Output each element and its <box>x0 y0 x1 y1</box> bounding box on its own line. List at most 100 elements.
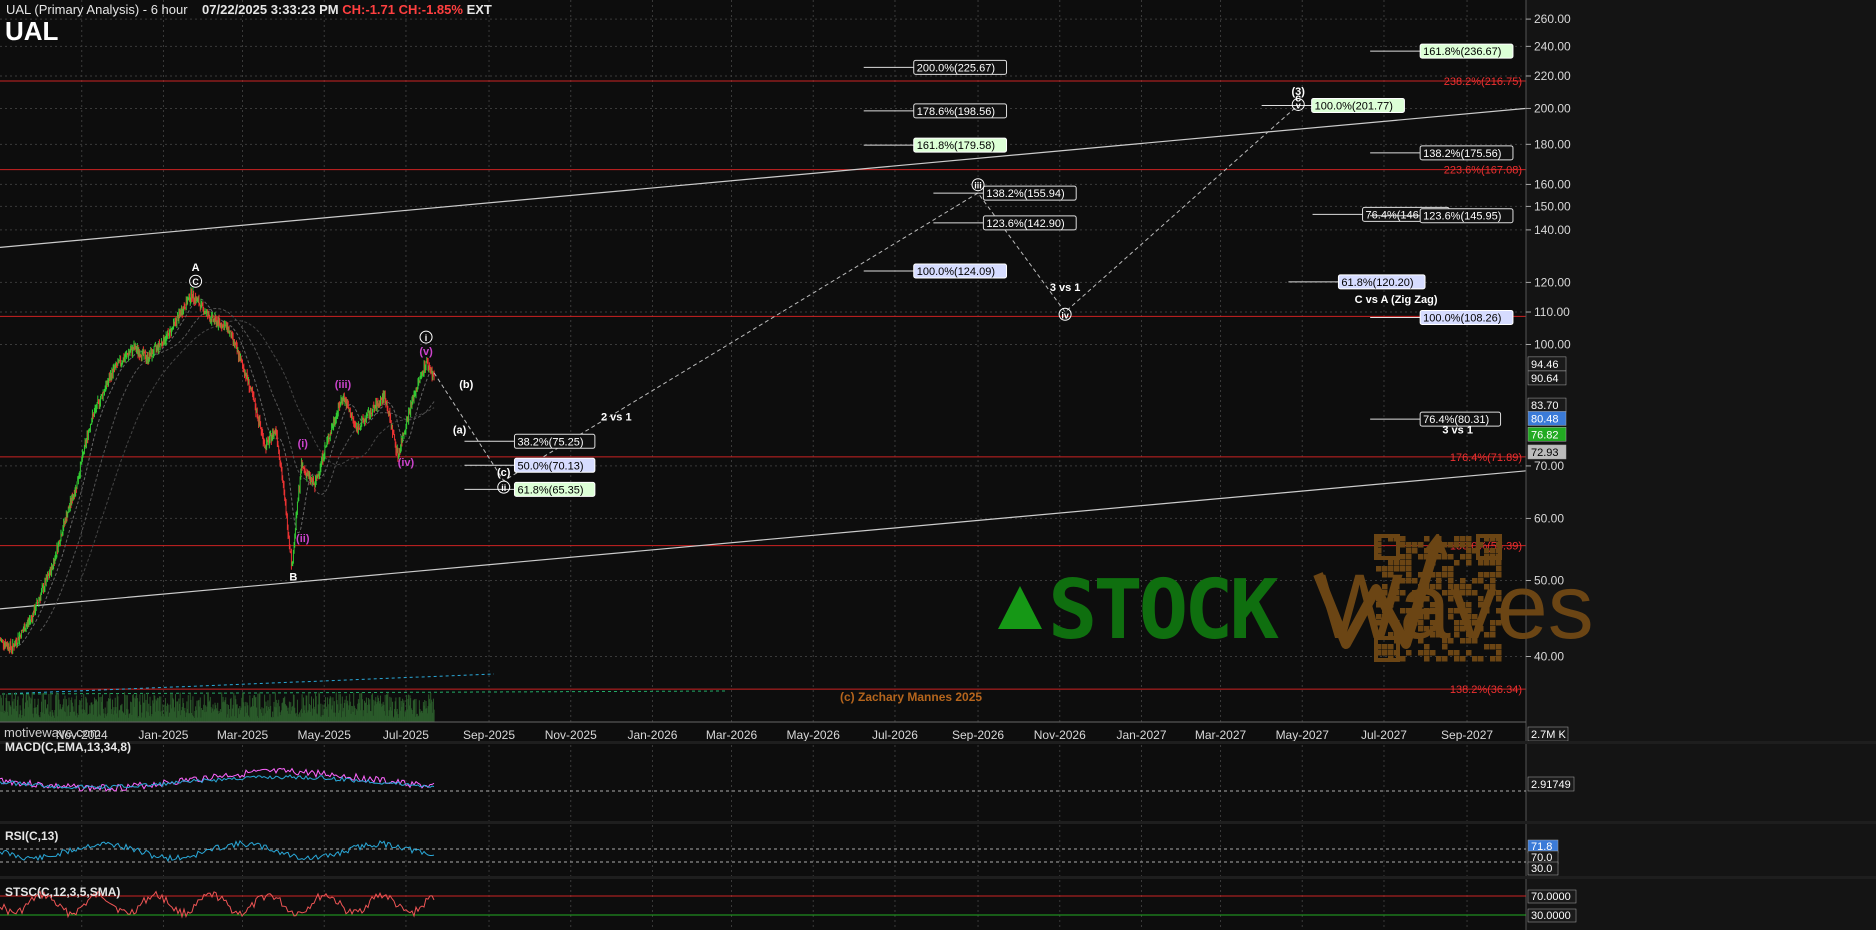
price-tick-label: 160.00 <box>1534 177 1571 191</box>
last-price-label: 72.93 <box>1531 447 1559 459</box>
panel-separator-band <box>0 821 1876 824</box>
date-tick-label: May-2025 <box>298 728 352 742</box>
date-axis[interactable]: Nov-2024 Jan-2025 Mar-2025 May-2025 Jul-2025… <box>0 721 1526 742</box>
price-tick-label: 40.00 <box>1534 649 1564 663</box>
wave-label: 2 vs 1 <box>601 411 632 423</box>
date-tick-label: Jul-2025 <box>383 728 429 742</box>
moving-average-line <box>79 320 435 581</box>
price-tick-label: 60.00 <box>1534 511 1564 525</box>
chart-datetime: 07/22/2025 3:33:23 PM <box>202 2 339 17</box>
date-tick-label: Jan-2026 <box>627 728 677 742</box>
fib-box-label: 200.0%(225.67) <box>917 62 995 74</box>
fib-red-label: 176.4%(71.89) <box>1450 452 1522 464</box>
price-tick-label: 240.00 <box>1534 39 1571 53</box>
date-tick-label: Jul-2026 <box>872 728 918 742</box>
wave-label: (v) <box>419 346 433 358</box>
wave-label: v <box>1296 100 1301 110</box>
wave-label: C vs A (Zig Zag) <box>1355 294 1438 306</box>
wave-label: (i) <box>298 438 309 450</box>
trend-channel <box>0 107 1527 610</box>
channel-lower-line <box>0 470 1527 610</box>
wave-label: B <box>289 572 297 584</box>
chart-header: UAL (Primary Analysis) - 6 hour 07/22/20… <box>6 2 492 17</box>
wave-label: i <box>425 333 428 343</box>
fib-box-label: 138.2%(155.94) <box>986 188 1064 200</box>
date-tick-label: Sep-2025 <box>463 728 515 742</box>
fib-box-label: 161.8%(236.67) <box>1423 46 1501 58</box>
wave-label: (iii) <box>335 379 352 391</box>
symbol-label: UAL <box>5 16 59 46</box>
wave-label: (b) <box>459 379 473 391</box>
date-tick-label: Nov-2025 <box>545 728 597 742</box>
wave-label: iv <box>1061 310 1069 320</box>
projection-path <box>433 104 1299 482</box>
wave-label: (iv) <box>398 457 415 469</box>
fib-box-label: 138.2%(175.56) <box>1423 148 1501 160</box>
date-tick-label: Mar-2026 <box>706 728 758 742</box>
moving-averages <box>1 298 728 695</box>
moving-average-line <box>13 298 435 647</box>
last-price-label: 94.46 <box>1531 359 1559 371</box>
wave-label: (c) <box>497 467 511 479</box>
chart-canvas[interactable]: 238.2%(216.75) 223.6%(167.08) 176.4%(71.89… <box>0 0 1876 930</box>
price-axis[interactable]: 260.00 240.00 220.00 200.00 180.00 160.00 150.… <box>1525 0 1876 930</box>
chart-title: UAL (Primary Analysis) - 6 hour <box>6 2 188 17</box>
panel-separator-band <box>0 741 1876 744</box>
moving-average-line <box>39 308 435 632</box>
date-tick-label: Sep-2027 <box>1441 728 1493 742</box>
wave-label: C <box>192 277 199 287</box>
price-tick-label: 100.00 <box>1534 337 1571 351</box>
last-price-label: 83.70 <box>1531 400 1559 412</box>
fib-box-label: 123.6%(145.95) <box>1423 211 1501 223</box>
price-tick-label: 140.00 <box>1534 223 1571 237</box>
wave-label: iii <box>974 181 982 191</box>
date-tick-label: Mar-2027 <box>1195 728 1247 742</box>
price-tick-label: 120.00 <box>1534 275 1571 289</box>
date-tick-label: Sep-2026 <box>952 728 1004 742</box>
price-tick-label: 50.00 <box>1534 574 1564 588</box>
price-candles <box>0 287 435 655</box>
panel-separator-band <box>0 876 1876 879</box>
fib-red-label: 150.0%(55.39) <box>1450 541 1522 553</box>
date-tick-label: Jul-2027 <box>1361 728 1407 742</box>
date-tick-label: May-2027 <box>1276 728 1330 742</box>
volume-bars <box>0 692 435 722</box>
price-tick-label: 150.00 <box>1534 199 1571 213</box>
last-price-label: 90.64 <box>1531 373 1559 385</box>
fib-box-label: 100.0%(201.77) <box>1315 100 1393 112</box>
fib-box-label: 123.6%(142.90) <box>986 218 1064 230</box>
fib-box-label: 61.8%(65.35) <box>517 484 583 496</box>
wave-label: (a) <box>453 424 467 436</box>
price-tick-label: 220.00 <box>1534 69 1571 83</box>
last-price-label: 76.82 <box>1531 429 1559 441</box>
wave-label: ii <box>501 483 506 493</box>
wave-label: (ii) <box>296 533 310 545</box>
fib-red-label: 223.6%(167.08) <box>1444 165 1522 177</box>
change-percent: CH:-1.85% <box>398 2 463 17</box>
price-tick-label: 200.00 <box>1534 101 1571 115</box>
cyan-dashed-line <box>1 673 495 695</box>
rsi-label: RSI(C,13) <box>5 829 59 843</box>
date-tick-label: Mar-2025 <box>217 728 269 742</box>
fib-box-label: 161.8%(179.58) <box>917 140 995 152</box>
session-label: EXT <box>466 2 492 17</box>
volume-axis-label: 2.7M K <box>1531 729 1567 741</box>
wave-labels: AC Bi (v) (iii) (i) (ii) (iv) (b) (a) (c) ii 2 vs 1… <box>189 86 1473 584</box>
macd-value-label: 2.91749 <box>1531 779 1571 791</box>
copyright-label: (c) Zachary Mannes 2025 <box>840 690 983 704</box>
date-tick-label: Nov-2026 <box>1034 728 1086 742</box>
stsc-value-label: 30.0000 <box>1531 910 1571 922</box>
date-tick-label: Jan-2025 <box>138 728 188 742</box>
stsc-value-label: 70.0000 <box>1531 891 1571 903</box>
fib-box-label: 38.2%(75.25) <box>517 436 583 448</box>
wave-label: A <box>192 262 200 274</box>
fib-box-label: 100.0%(108.26) <box>1423 312 1501 324</box>
last-price-label: 80.48 <box>1531 413 1559 425</box>
macd-label: MACD(C,EMA,13,34,8) <box>5 740 132 754</box>
rsi-value-label: 30.0 <box>1531 863 1552 875</box>
fib-box-label: 178.6%(198.56) <box>917 106 995 118</box>
fib-box-label: 100.0%(124.09) <box>917 266 995 278</box>
branding-label: motivewave.com <box>4 725 101 740</box>
green-dashed-line <box>1 690 728 695</box>
fib-red-label: 238.2%(216.75) <box>1444 76 1522 88</box>
